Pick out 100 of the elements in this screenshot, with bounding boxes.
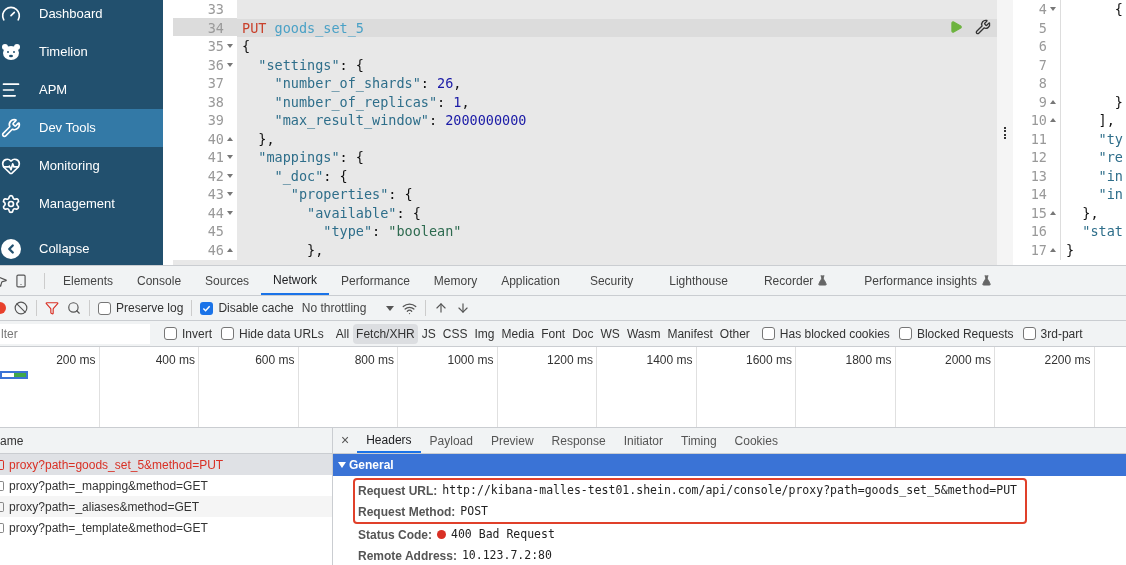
caret-icon bbox=[338, 462, 346, 468]
line-number: 7 bbox=[1038, 55, 1047, 75]
details-tab[interactable]: Initiator bbox=[614, 428, 672, 453]
devtools-tab[interactable]: Network bbox=[261, 266, 330, 295]
checkbox[interactable] bbox=[200, 301, 214, 315]
upload-icon[interactable] bbox=[434, 301, 449, 315]
timeline-tick: 1200 ms bbox=[546, 352, 593, 369]
fold-caret-icon[interactable] bbox=[227, 173, 233, 178]
devtools-tab[interactable]: Elements bbox=[51, 266, 126, 295]
sidebar-item[interactable]: Timelion bbox=[0, 33, 163, 71]
type-filter-button[interactable]: JS bbox=[418, 323, 439, 344]
throttling-dropdown[interactable]: No throttling bbox=[301, 299, 395, 317]
collapse-button[interactable]: Collapse bbox=[0, 230, 163, 265]
sidebar-item[interactable]: APM bbox=[0, 71, 163, 109]
fold-caret-icon[interactable] bbox=[227, 62, 233, 67]
fold-caret-icon[interactable] bbox=[227, 44, 233, 49]
wrench-icon bbox=[1, 118, 21, 138]
field-value: 10.123.7.2:80 bbox=[461, 546, 552, 564]
fold-caret-icon[interactable] bbox=[227, 247, 233, 252]
request-row[interactable]: proxy?path=goods_set_5&method=PUT bbox=[0, 454, 332, 475]
details-tab[interactable]: Timing bbox=[672, 428, 726, 453]
checkbox-label: Has blocked cookies bbox=[779, 325, 890, 343]
devtools-tab[interactable]: Sources bbox=[193, 266, 262, 295]
code-token: } bbox=[1066, 240, 1075, 260]
fold-caret-icon[interactable] bbox=[1050, 7, 1056, 12]
timeline-tick: 800 ms bbox=[354, 352, 394, 369]
code-token: "stat bbox=[1081, 222, 1123, 242]
request-row[interactable]: proxy?path=_aliases&method=GET bbox=[0, 496, 332, 517]
checkbox[interactable] bbox=[761, 327, 775, 340]
line-number: 8 bbox=[1038, 74, 1047, 94]
type-filter-button[interactable]: Other bbox=[716, 323, 753, 344]
clear-icon[interactable] bbox=[14, 301, 28, 315]
code-token: : bbox=[428, 111, 439, 131]
details-tab[interactable]: Response bbox=[542, 428, 615, 453]
checkbox[interactable] bbox=[898, 327, 912, 340]
type-filter-button[interactable]: WS bbox=[597, 323, 623, 344]
devtools-tab[interactable]: Console bbox=[125, 266, 194, 295]
device-icon[interactable] bbox=[14, 273, 28, 288]
checkbox-label: Preserve log bbox=[116, 300, 184, 317]
checkbox[interactable] bbox=[164, 327, 177, 340]
heart-pulse-icon bbox=[1, 156, 21, 176]
network-settings-icon[interactable] bbox=[402, 300, 418, 316]
checkbox[interactable] bbox=[1022, 327, 1036, 340]
fold-caret-icon[interactable] bbox=[227, 155, 233, 160]
details-tab[interactable]: Payload bbox=[420, 428, 482, 453]
type-filter-button[interactable]: Doc bbox=[569, 323, 597, 344]
devtools-tab[interactable]: Security bbox=[571, 266, 652, 295]
type-filter-button[interactable]: Media bbox=[498, 323, 538, 344]
sidebar-item[interactable]: Dashboard bbox=[0, 0, 163, 33]
devtools-tab[interactable]: Recorder bbox=[745, 266, 847, 295]
fold-caret-icon[interactable] bbox=[227, 136, 233, 141]
search-icon[interactable] bbox=[67, 301, 81, 315]
settings-icon bbox=[1, 194, 21, 214]
line-number: 5 bbox=[1038, 18, 1047, 38]
type-filter-button[interactable]: Wasm bbox=[623, 323, 664, 344]
timeline-tick: 200 ms bbox=[56, 352, 96, 369]
column-header[interactable]: ame bbox=[0, 431, 24, 450]
code-token: , bbox=[461, 92, 470, 112]
code-token: ], bbox=[1097, 111, 1115, 131]
filter-icon[interactable] bbox=[45, 301, 59, 315]
code-token: "in bbox=[1097, 185, 1123, 205]
devtools-tab[interactable]: Performance insights bbox=[846, 266, 1011, 295]
details-tab[interactable]: Cookies bbox=[725, 428, 787, 453]
type-filter-button[interactable]: All bbox=[332, 323, 353, 344]
wrench-icon[interactable] bbox=[975, 19, 991, 35]
code-token: : { bbox=[339, 55, 364, 75]
type-filter-button[interactable]: Font bbox=[538, 323, 569, 344]
fold-caret-icon[interactable] bbox=[227, 210, 233, 215]
type-filter-button[interactable]: Manifest bbox=[664, 323, 716, 344]
line-number: 37 bbox=[207, 74, 224, 94]
fold-caret-icon[interactable] bbox=[1050, 118, 1056, 123]
devtools-tab[interactable]: Lighthouse bbox=[651, 266, 746, 295]
checkbox[interactable] bbox=[221, 327, 234, 340]
checkbox-label: 3rd-part bbox=[1040, 325, 1083, 343]
resize-handle[interactable] bbox=[1004, 126, 1006, 139]
filter-field[interactable]: lter bbox=[0, 323, 150, 344]
close-button[interactable]: × bbox=[333, 430, 358, 451]
timeline-tick: 2200 ms bbox=[1044, 352, 1091, 369]
fold-caret-icon[interactable] bbox=[1050, 99, 1056, 104]
timeline-tick: 1800 ms bbox=[845, 352, 892, 369]
details-tab[interactable]: Preview bbox=[481, 428, 543, 453]
devtools-tab[interactable]: Performance bbox=[329, 266, 422, 295]
type-filter-button[interactable]: Fetch/XHR bbox=[353, 323, 418, 344]
sidebar-item[interactable]: Monitoring bbox=[0, 147, 163, 185]
code-token: : bbox=[437, 92, 447, 112]
checkbox-label: Invert bbox=[182, 325, 212, 343]
devtools-tab[interactable]: Application bbox=[489, 266, 572, 295]
type-filter-button[interactable]: CSS bbox=[439, 323, 471, 344]
fold-caret-icon[interactable] bbox=[227, 192, 233, 197]
fold-caret-icon[interactable] bbox=[1050, 247, 1056, 252]
section-header[interactable]: General bbox=[333, 454, 1126, 476]
field-value: 400 Bad Request bbox=[451, 525, 555, 543]
sidebar-item[interactable]: Dev Tools bbox=[0, 109, 163, 147]
checkbox-label: Disable cache bbox=[218, 300, 294, 317]
code-token: PUT bbox=[242, 18, 267, 38]
devtools-tab[interactable]: Memory bbox=[421, 266, 490, 295]
checkbox[interactable] bbox=[98, 301, 111, 315]
type-filter-button[interactable]: Img bbox=[471, 323, 498, 344]
sidebar-item[interactable]: Management bbox=[0, 185, 163, 223]
fold-caret-icon[interactable] bbox=[1050, 210, 1056, 215]
